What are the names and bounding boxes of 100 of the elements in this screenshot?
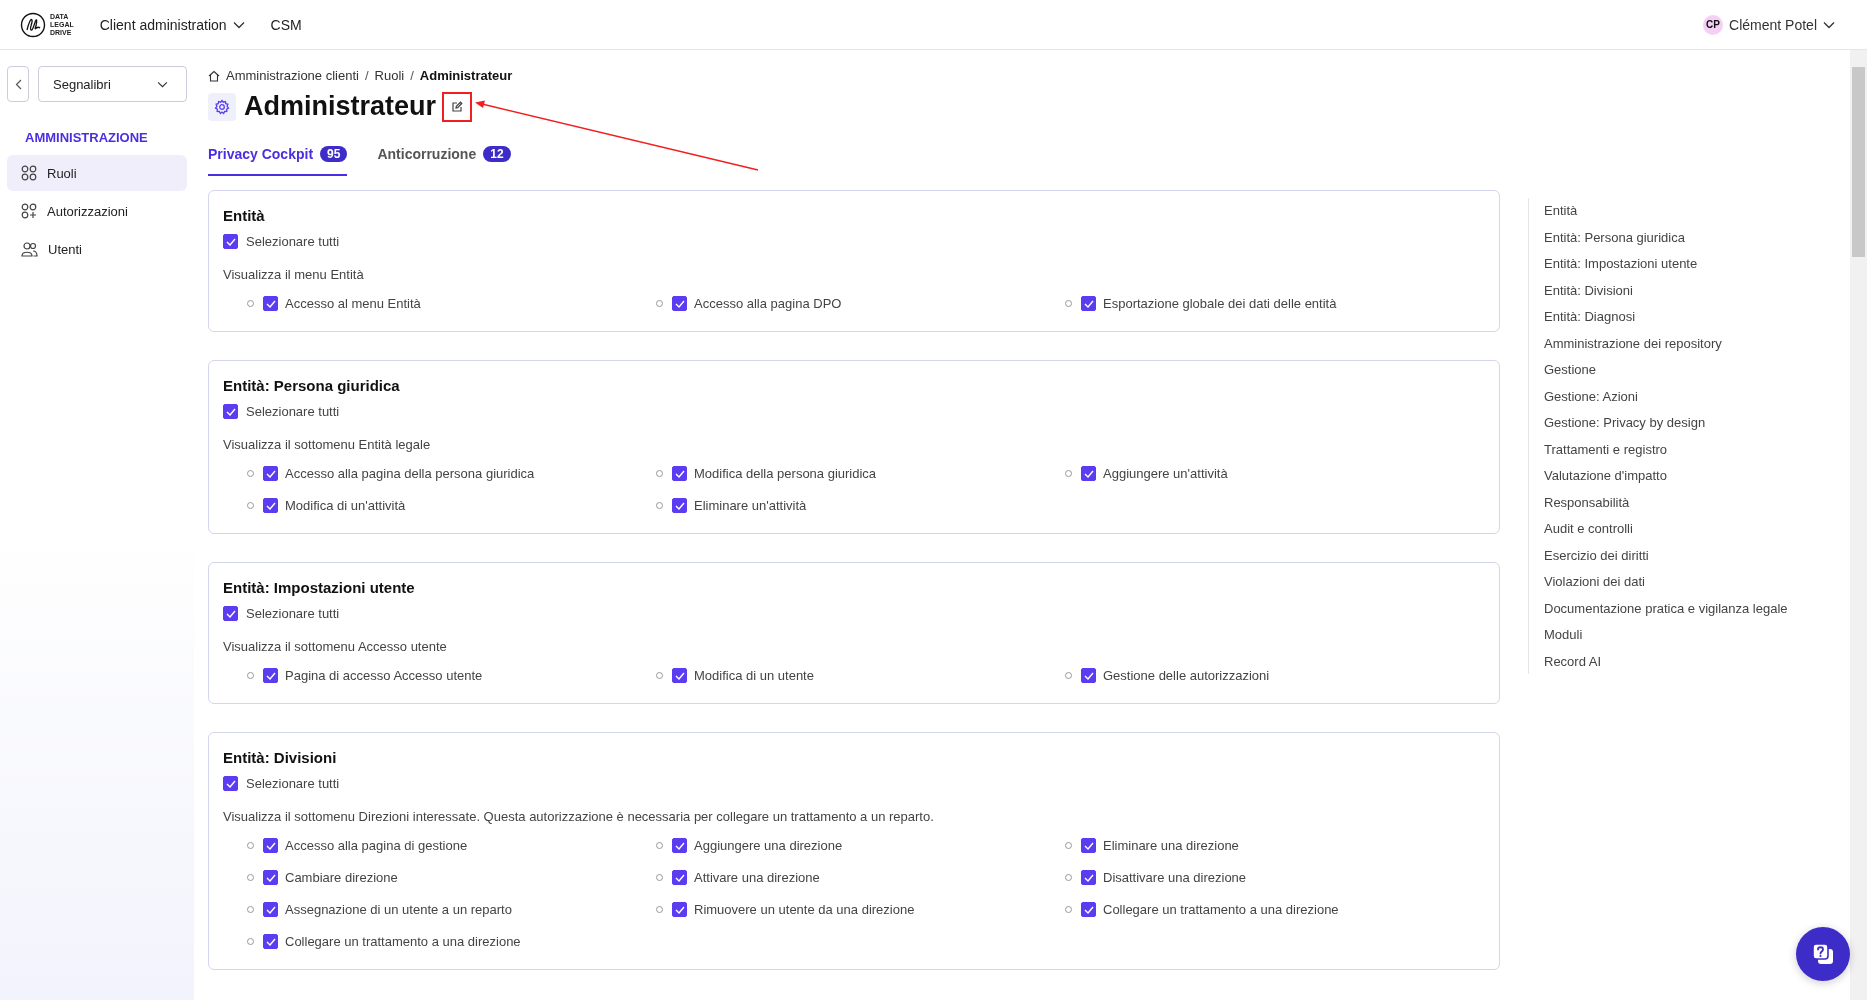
tab[interactable]: Privacy Cockpit 95 (208, 146, 348, 176)
permission-checkbox[interactable] (263, 870, 278, 885)
toc-link[interactable]: Entità: Impostazioni utente (1544, 255, 1788, 272)
checkbox-label: Selezionare tutti (246, 234, 340, 249)
chevron-left-icon (14, 78, 22, 90)
checkbox-label: Gestione delle autorizzazioni (1103, 668, 1270, 683)
checkbox-label: Aggiungere un'attività (1103, 466, 1228, 481)
edit-icon (451, 100, 464, 113)
toc-link[interactable]: Valutazione d'impatto (1544, 467, 1788, 484)
count-badge: 95 (320, 146, 348, 162)
select-all-checkbox[interactable] (223, 404, 238, 419)
permission-checkbox[interactable] (672, 498, 687, 513)
section-title: Entità: Divisioni (223, 749, 338, 766)
checkbox-label: Accesso alla pagina della persona giuridica (285, 466, 535, 481)
toc-link[interactable]: Gestione: Azioni (1544, 387, 1788, 405)
page-title: Administrateur (244, 91, 437, 122)
select-all-checkbox[interactable] (223, 776, 238, 791)
user-avatar: CP (1703, 14, 1724, 35)
nav-menu-item[interactable]: Client administration (99, 16, 245, 33)
tab[interactable]: Anticorruzione 12 (377, 146, 511, 176)
checkbox-label: Pagina di accesso Accesso utente (285, 668, 483, 683)
checkbox-label: Assegnazione di un utente a un reparto (285, 902, 512, 917)
logo-mark-icon (20, 11, 46, 38)
permission-checkbox[interactable] (263, 934, 278, 949)
permission-checkbox[interactable] (1081, 466, 1096, 481)
sidebar-item[interactable]: Ruoli (7, 155, 187, 191)
breadcrumb-separator: / (410, 68, 414, 83)
toc-link[interactable]: Entità (1544, 202, 1788, 219)
section-description: Visualizza il sottomenu Accesso utente (223, 639, 448, 654)
checkbox-label: Modifica della persona giuridica (694, 466, 877, 481)
toc-link[interactable]: Amministrazione dei repository (1544, 334, 1788, 352)
checkbox-label: Accesso alla pagina DPO (694, 296, 842, 311)
user-menu[interactable]: CP Clément Potel (1703, 14, 1847, 35)
sidebar-item[interactable]: Autorizzazioni (7, 193, 187, 229)
checkbox-label: Selezionare tutti (246, 404, 340, 419)
permission-checkbox[interactable] (672, 838, 687, 853)
home-icon (208, 69, 220, 82)
checkbox-label: Collegare un trattamento a una direzione (285, 934, 521, 949)
breadcrumb-link[interactable]: Ruoli (374, 68, 405, 83)
permission-checkbox[interactable] (1081, 870, 1096, 885)
select-all-checkbox[interactable] (223, 606, 238, 621)
permission-checkbox[interactable] (263, 838, 278, 853)
sidebar-item[interactable]: Utenti (7, 231, 187, 267)
checkbox-label: Aggiungere una direzione (694, 838, 843, 853)
bookmarks-dropdown[interactable]: Segnalibri (38, 66, 187, 102)
permission-checkbox[interactable] (263, 498, 278, 513)
breadcrumb-link[interactable]: Administrateur (419, 68, 513, 83)
role-settings-icon (208, 92, 236, 121)
toc-link[interactable]: Entità: Divisioni (1544, 281, 1788, 299)
toc-link[interactable]: Gestione: Privacy by design (1544, 414, 1788, 431)
select-all-checkbox[interactable] (223, 234, 238, 249)
toc-link[interactable]: Entità: Persona giuridica (1544, 228, 1788, 246)
toc-link[interactable]: Responsabilità (1544, 493, 1788, 511)
checkbox-label: Cambiare direzione (285, 870, 398, 885)
toc-link[interactable]: Esercizio dei diritti (1544, 546, 1788, 564)
checkbox-label: Accesso al menu Entità (285, 296, 421, 311)
toc-link[interactable]: Violazioni dei dati (1544, 573, 1788, 590)
chevron-down-icon (232, 20, 245, 29)
toc-link[interactable]: Trattamenti e registro (1544, 440, 1788, 458)
toc-link[interactable]: Gestione (1544, 361, 1788, 378)
checkbox-label: Eliminare un'attività (694, 498, 807, 513)
permission-checkbox[interactable] (1081, 668, 1096, 683)
sidebar-section-title: AMMINISTRAZIONE (24, 130, 149, 145)
permission-checkbox[interactable] (263, 668, 278, 683)
scrollbar[interactable] (1850, 50, 1867, 1000)
breadcrumb-separator: / (364, 68, 369, 83)
checkbox-label: Accesso alla pagina di gestione (285, 838, 468, 853)
section-title: Entità (223, 207, 266, 224)
checkbox-label: Attivare una direzione (694, 870, 820, 885)
toc-link[interactable]: Entità: Diagnosi (1544, 308, 1788, 325)
toc-link[interactable]: Moduli (1544, 626, 1788, 643)
checkbox-label: Selezionare tutti (246, 776, 340, 791)
nav-menu-item[interactable]: CSM (270, 16, 302, 33)
count-badge: 12 (483, 146, 511, 162)
permission-checkbox[interactable] (672, 466, 687, 481)
permission-checkbox[interactable] (263, 296, 278, 311)
permission-checkbox[interactable] (1081, 296, 1096, 311)
toc-link[interactable]: Documentazione pratica e vigilanza legale (1544, 599, 1788, 617)
grid-icon (21, 165, 37, 181)
permission-checkbox[interactable] (263, 902, 278, 917)
scrollbar-thumb[interactable] (1852, 67, 1865, 257)
permission-checkbox[interactable] (672, 668, 687, 683)
permission-checkbox[interactable] (672, 870, 687, 885)
toc-link[interactable]: Record AI (1544, 652, 1788, 670)
checkbox-label: Collegare un trattamento a una direzione (1103, 902, 1339, 917)
section-description: Visualizza il menu Entità (223, 267, 365, 282)
toc-link[interactable]: Audit e controlli (1544, 520, 1788, 537)
permission-checkbox[interactable] (263, 466, 278, 481)
permission-checkbox[interactable] (1081, 838, 1096, 853)
permission-checkbox[interactable] (672, 902, 687, 917)
help-button[interactable] (1796, 927, 1850, 981)
grid-plus-icon (21, 203, 37, 219)
section-description: Visualizza il sottomenu Direzioni interessate. Questa autorizzazione è necessaria per collegare un trattamento a un reparto. (223, 809, 935, 824)
breadcrumb-link[interactable]: Amministrazione clienti (226, 68, 359, 83)
users-icon (21, 241, 38, 257)
checkbox-label: Selezionare tutti (246, 606, 340, 621)
section-title: Entità: Persona giuridica (223, 377, 401, 394)
permission-checkbox[interactable] (672, 296, 687, 311)
permission-checkbox[interactable] (1081, 902, 1096, 917)
checkbox-label: Rimuovere un utente da una direzione (694, 902, 915, 917)
